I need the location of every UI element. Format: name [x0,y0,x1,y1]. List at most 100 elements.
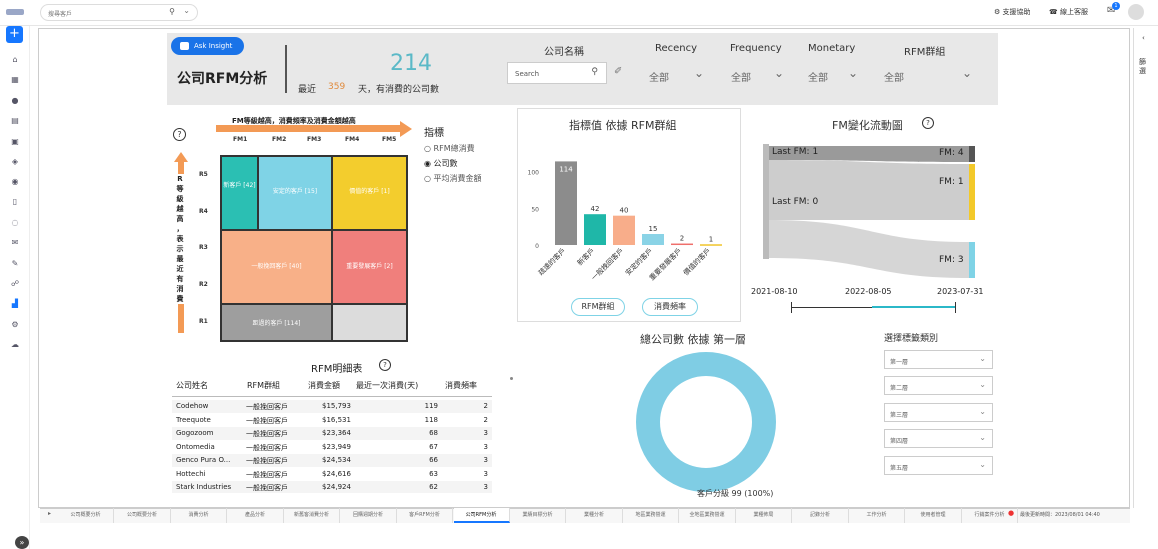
location-icon[interactable]: ◉ [10,177,20,187]
indicator-option-total[interactable]: ○ RFM總消費 [424,143,475,154]
help-icon[interactable]: ? [379,359,391,371]
bar-value-label: 1 [709,235,713,243]
chevron-down-icon[interactable]: ⌄ [694,66,704,80]
tab-item[interactable]: 全地區業務營運 [680,508,736,523]
user-icon[interactable]: ● [10,96,20,106]
ask-insight-button[interactable]: Ask Insight [171,37,244,55]
tab-item[interactable]: 記錄分析 [793,508,849,523]
document-icon[interactable]: ▤ [10,116,20,126]
filter-frequency-value[interactable]: 全部 [731,69,751,84]
tab-item[interactable]: 使用者管理 [906,508,962,523]
calendar-icon[interactable]: ▦ [10,75,20,85]
file-icon[interactable]: ▯ [10,197,20,207]
table-row[interactable]: Codehow 一般挽回客戶 $15,793 119 2 [172,400,492,413]
chat-icon[interactable]: ◌ [10,218,20,228]
col-frequency[interactable]: 消費頻率 [445,380,477,391]
matrix-cell-new[interactable]: 新客戶 [42] [222,157,257,229]
indicator-option-count[interactable]: ◉ 公司數 [424,158,458,169]
chevron-down-icon[interactable]: ⌄ [774,66,784,80]
matrix-cell-distant-label: 距過的客戶 [114] [252,320,301,327]
tag-icon[interactable]: ◈ [10,157,20,167]
tab-item[interactable]: 產品分析 [228,508,284,523]
chart-icon[interactable]: ▟ [10,299,20,309]
table-row[interactable]: Stark Industries 一般挽回客戶 $24,924 62 3 [172,481,492,493]
tab-item[interactable]: 回購週期分析 [341,508,397,523]
col-amount[interactable]: 消費金額 [308,380,340,391]
col-company[interactable]: 公司姓名 [176,380,208,391]
search-icon[interactable]: ⚲ [169,7,175,16]
tab-item[interactable]: 業種分析 [567,508,623,523]
sankey-target-bar [969,242,975,278]
table-row[interactable]: Genco Pura O... 一般挽回客戶 $24,534 66 3 [172,454,492,467]
r-axis-label: R 等級越高 ， 表示最近有消費 [174,174,186,304]
tab-item[interactable]: 消費分析 [171,508,227,523]
tab-item[interactable]: 業種佈局 [736,508,792,523]
indicator-option-avg[interactable]: ○ 平均消費金額 [424,173,482,184]
filter-recency-value[interactable]: 全部 [649,69,669,84]
filter-monetary-value[interactable]: 全部 [808,69,828,84]
avatar[interactable] [1128,4,1144,20]
matrix-cell-win-back[interactable]: 一般挽回客戶 [40] [222,231,331,303]
fm-col-1: FM1 [233,136,248,143]
r-row-2: R2 [199,281,208,288]
table-row[interactable]: Ontomedia 一般挽回客戶 $23,949 67 3 [172,440,492,454]
col-recency[interactable]: 最近一次消費(天) [356,380,418,391]
help-icon[interactable]: ? [173,128,186,141]
donut-slice[interactable] [636,352,776,492]
date-slider-handle-start[interactable] [791,302,792,313]
add-button[interactable]: + [6,26,23,43]
frequency-button[interactable]: 消費頻率 [642,298,698,316]
chevron-down-icon[interactable]: ⌄ [183,6,190,15]
settings-icon[interactable]: ⚙ [10,320,20,330]
mail-icon[interactable]: ✉ [10,238,20,248]
help-link[interactable]: ⚙ 支援協助 [994,7,1031,17]
tab-scroll-icon[interactable]: ▸ [48,510,51,517]
matrix-cell-stable[interactable]: 安定的客戶 [15] [259,157,331,229]
filter-panel[interactable]: ‹ 篩選 [1133,28,1158,508]
layer-select-3[interactable]: 第三層 ⌄ [884,403,993,422]
days-suffix: 天，有消費的公司數 [358,85,440,95]
matrix-cell-valuable[interactable]: 價值的客戶 [1] [333,157,406,229]
expand-sidebar-icon[interactable]: » [15,536,29,549]
tab-item[interactable]: 公司RFM分析 [453,508,510,523]
bar-value-label: 42 [591,205,600,213]
layer-select-5[interactable]: 第五層 ⌄ [884,456,993,475]
collapse-icon[interactable]: ‹ [1142,34,1145,42]
table-cell: Codehow [176,402,209,410]
table-cell: 2 [483,415,488,424]
matrix-cell-empty[interactable] [333,305,406,340]
matrix-cell-develop[interactable]: 重要發展客戶 [2] [333,231,406,303]
chevron-down-icon[interactable]: ⌄ [848,66,858,80]
company-search-input[interactable]: Search ⚲ [507,62,607,84]
global-search[interactable]: 搜尋客戶 ⚲ ⌄ [40,4,198,21]
layer-select-4[interactable]: 第四層 ⌄ [884,429,993,448]
tab-item[interactable]: 地區業務營運 [623,508,679,523]
tab-item[interactable]: 工作分析 [849,508,905,523]
table-row[interactable]: Gogozoom 一般挽回客戶 $23,364 68 3 [172,427,492,440]
layer-select-2[interactable]: 第二層 ⌄ [884,376,993,395]
briefcase-icon[interactable]: ▣ [10,137,20,147]
col-rfm[interactable]: RFM群組 [247,380,280,391]
tab-item[interactable]: 業績目標分析 [510,508,566,523]
rfm-group-button[interactable]: RFM群組 [571,298,625,316]
help-icon[interactable]: ? [922,117,934,129]
layer-select-1[interactable]: 第一層 ⌄ [884,350,993,369]
date-slider-handle-end[interactable] [955,302,956,313]
eraser-icon[interactable]: ✐ [614,66,622,77]
tab-item[interactable]: 客戶RFM分析 [397,508,453,523]
filter-rfm-value[interactable]: 全部 [884,69,904,84]
tab-item[interactable]: 新舊客消費分析 [284,508,340,523]
table-row[interactable]: Treequote 一般挽回客戶 $16,531 118 2 [172,413,492,427]
home-icon[interactable]: ⌂ [10,55,20,65]
tab-item[interactable]: 公司概要分析 [115,508,171,523]
online-service-link[interactable]: ☎ 線上客服 [1049,7,1088,17]
table-row[interactable]: Hottechi 一般挽回客戶 $24,616 63 3 [172,467,492,481]
people-icon[interactable]: ☍ [10,279,20,289]
matrix-cell-distant[interactable]: 距過的客戶 [114] [222,305,331,340]
edit-icon[interactable]: ✎ [10,259,20,269]
date-slider-range[interactable] [872,306,956,308]
cloud-icon[interactable]: ☁ [10,340,20,350]
table-cell: $24,924 [322,483,351,491]
tab-item[interactable]: 公司概要分析 [58,508,114,523]
chevron-down-icon[interactable]: ⌄ [962,66,972,80]
